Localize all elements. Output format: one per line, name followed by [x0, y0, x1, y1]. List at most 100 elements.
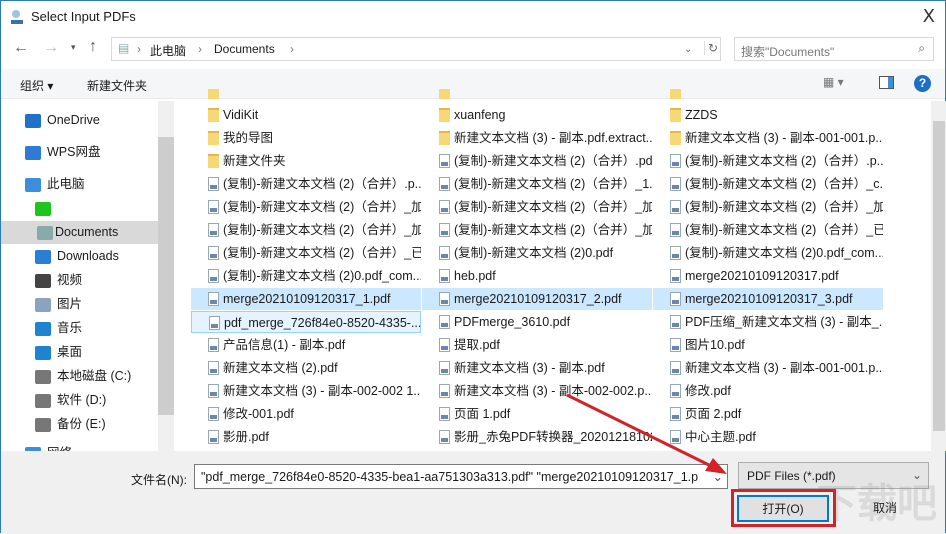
- sidebar-scrollbar[interactable]: [158, 101, 174, 451]
- file-item[interactable]: 新建文本文档 (3) - 副本-002-002.p...: [422, 380, 652, 402]
- file-item[interactable]: 图片10.pdf: [653, 334, 883, 356]
- file-item[interactable]: [422, 89, 652, 103]
- sidebar-item[interactable]: 网络: [25, 442, 72, 451]
- chevron-down-icon[interactable]: ⌄: [713, 469, 723, 484]
- filename-input[interactable]: "pdf_merge_726f84e0-8520-4335-bea1-aa751…: [194, 464, 728, 489]
- file-item[interactable]: 页面 1.pdf: [422, 403, 652, 425]
- file-item[interactable]: VidiKit: [191, 104, 421, 126]
- address-dropdown-icon[interactable]: ⌄: [684, 44, 692, 55]
- file-item[interactable]: (复制)-新建文本文档 (2)（合并）.p...: [653, 150, 883, 172]
- forward-arrow-icon[interactable]: →: [43, 39, 59, 57]
- file-item[interactable]: 影册_赤兔PDF转换器_20201218102...: [422, 426, 652, 448]
- file-name: merge20210109120317.pdf: [685, 269, 839, 283]
- file-dialog: Select Input PDFs X ← → ▾ ↑ ▤ › 此电脑 › Do…: [0, 0, 946, 534]
- file-item[interactable]: pdf_merge_726f84e0-8520-4335-...: [191, 311, 421, 333]
- file-item[interactable]: (复制)-新建文本文档 (2)（合并）_已...: [191, 242, 421, 264]
- sidebar-item[interactable]: WPS网盘: [25, 141, 100, 164]
- file-item[interactable]: heb.pdf: [422, 265, 652, 287]
- file-item[interactable]: (复制)-新建文本文档 (2)（合并）_加...: [191, 196, 421, 218]
- folder-icon: [670, 108, 681, 122]
- file-item[interactable]: (复制)-新建文本文档 (2)（合并）.p...: [191, 173, 421, 195]
- address-bar[interactable]: ▤ › 此电脑 › Documents › ⌄ ↻: [111, 37, 721, 61]
- file-item[interactable]: (复制)-新建文本文档 (2)（合并）_已...: [653, 219, 883, 241]
- file-item[interactable]: 新建文本文档 (3) - 副本-002-002 1...: [191, 380, 421, 402]
- pdf-file-icon: [208, 338, 219, 352]
- file-item[interactable]: 新建文件夹: [191, 150, 421, 172]
- file-item[interactable]: 新建文本文档 (3) - 副本.pdf: [422, 357, 652, 379]
- scrollbar-thumb[interactable]: [933, 121, 945, 431]
- file-item[interactable]: 产品信息(1) - 副本.pdf: [191, 334, 421, 356]
- sidebar-item[interactable]: Documents: [1, 221, 158, 244]
- view-options-icon[interactable]: ▦ ▾: [823, 75, 844, 89]
- cancel-button[interactable]: 取消: [841, 495, 929, 522]
- sidebar-item-label: 桌面: [57, 345, 83, 359]
- file-item[interactable]: xuanfeng: [422, 104, 652, 126]
- file-item[interactable]: (复制)-新建文本文档 (2)（合并）_1...: [422, 173, 652, 195]
- sidebar-item[interactable]: 音乐: [35, 317, 82, 340]
- file-item[interactable]: (复制)-新建文本文档 (2)（合并）.pdf: [422, 150, 652, 172]
- folder-icon: [208, 89, 219, 99]
- recent-dropdown-icon[interactable]: ▾: [71, 42, 76, 53]
- file-item[interactable]: 中心主题.pdf: [653, 426, 883, 448]
- file-item[interactable]: (复制)-新建文本文档 (2)（合并）_c...: [653, 173, 883, 195]
- refresh-icon[interactable]: ↻: [704, 41, 718, 55]
- up-arrow-icon[interactable]: ↑: [89, 38, 97, 56]
- file-item[interactable]: merge20210109120317_3.pdf: [653, 288, 883, 310]
- file-item[interactable]: 新建文本文档 (3) - 副本.pdf.extract...: [422, 127, 652, 149]
- sidebar-item[interactable]: 图片: [35, 293, 82, 316]
- close-button[interactable]: X: [923, 6, 935, 27]
- file-item[interactable]: 新建文本文档 (3) - 副本-001-001.p...: [653, 357, 883, 379]
- sidebar-item[interactable]: 备份 (E:): [35, 413, 106, 436]
- back-arrow-icon[interactable]: ←: [13, 39, 29, 57]
- search-input[interactable]: 搜索"Documents": [741, 43, 834, 60]
- file-item[interactable]: PDFmerge_3610.pdf: [422, 311, 652, 333]
- file-item[interactable]: merge20210109120317_1.pdf: [191, 288, 421, 310]
- sidebar-item[interactable]: Downloads: [35, 245, 119, 268]
- file-name: 影册_赤兔PDF转换器_20201218102...: [454, 430, 652, 444]
- file-name: merge20210109120317_2.pdf: [454, 292, 622, 306]
- file-item[interactable]: (复制)-新建文本文档 (2)0.pdf_com...: [191, 265, 421, 287]
- file-item[interactable]: 新建文本文档 (3) - 副本-001-001.p...: [653, 127, 883, 149]
- pdf-file-icon: [208, 200, 219, 214]
- file-item[interactable]: (复制)-新建文本文档 (2)0.pdf_com...: [653, 242, 883, 264]
- video-icon: [35, 274, 51, 288]
- file-item[interactable]: (复制)-新建文本文档 (2)（合并）_加...: [422, 219, 652, 241]
- file-list-scrollbar[interactable]: [931, 101, 946, 451]
- file-item[interactable]: (复制)-新建文本文档 (2)（合并）_加...: [653, 196, 883, 218]
- sidebar-item[interactable]: 桌面: [35, 341, 82, 364]
- search-box[interactable]: 搜索"Documents" ⌕: [734, 37, 934, 61]
- sidebar-item[interactable]: [35, 197, 57, 220]
- file-item[interactable]: 新建文本文档 (2).pdf: [191, 357, 421, 379]
- file-name: 新建文本文档 (3) - 副本.pdf: [454, 361, 605, 375]
- sidebar-item[interactable]: OneDrive: [25, 109, 100, 132]
- file-item[interactable]: merge20210109120317.pdf: [653, 265, 883, 287]
- file-item[interactable]: 提取.pdf: [422, 334, 652, 356]
- file-item[interactable]: [653, 89, 883, 103]
- filename-value[interactable]: "pdf_merge_726f84e0-8520-4335-bea1-aa751…: [201, 470, 698, 484]
- filename-label: 文件名(N):: [131, 473, 187, 487]
- file-item[interactable]: 影册.pdf: [191, 426, 421, 448]
- new-folder-button[interactable]: 新建文件夹: [87, 77, 147, 94]
- file-item[interactable]: 我的导图: [191, 127, 421, 149]
- search-icon: ⌕: [918, 41, 925, 55]
- file-item[interactable]: [191, 89, 421, 103]
- file-item[interactable]: 修改-001.pdf: [191, 403, 421, 425]
- file-item[interactable]: (复制)-新建文本文档 (2)（合并）_加...: [422, 196, 652, 218]
- file-item[interactable]: 页面 2.pdf: [653, 403, 883, 425]
- preview-pane-icon[interactable]: [879, 76, 894, 89]
- file-item[interactable]: 修改.pdf: [653, 380, 883, 402]
- breadcrumb-this-pc[interactable]: 此电脑: [150, 42, 186, 59]
- scrollbar-thumb[interactable]: [158, 137, 174, 415]
- file-item[interactable]: (复制)-新建文本文档 (2)0.pdf: [422, 242, 652, 264]
- file-item[interactable]: ZZDS: [653, 104, 883, 126]
- sidebar-item[interactable]: 软件 (D:): [35, 389, 106, 412]
- breadcrumb-documents[interactable]: Documents: [214, 42, 275, 56]
- sidebar-item[interactable]: 视频: [35, 269, 82, 292]
- sidebar-item[interactable]: 此电脑: [25, 173, 85, 196]
- folder-icon: [208, 131, 219, 145]
- file-item[interactable]: (复制)-新建文本文档 (2)（合并）_加...: [191, 219, 421, 241]
- file-item[interactable]: PDF压缩_新建文本文档 (3) - 副本_...: [653, 311, 883, 333]
- file-item[interactable]: merge20210109120317_2.pdf: [422, 288, 652, 310]
- organize-button[interactable]: 组织 ▾: [20, 77, 53, 94]
- sidebar-item[interactable]: 本地磁盘 (C:): [35, 365, 131, 388]
